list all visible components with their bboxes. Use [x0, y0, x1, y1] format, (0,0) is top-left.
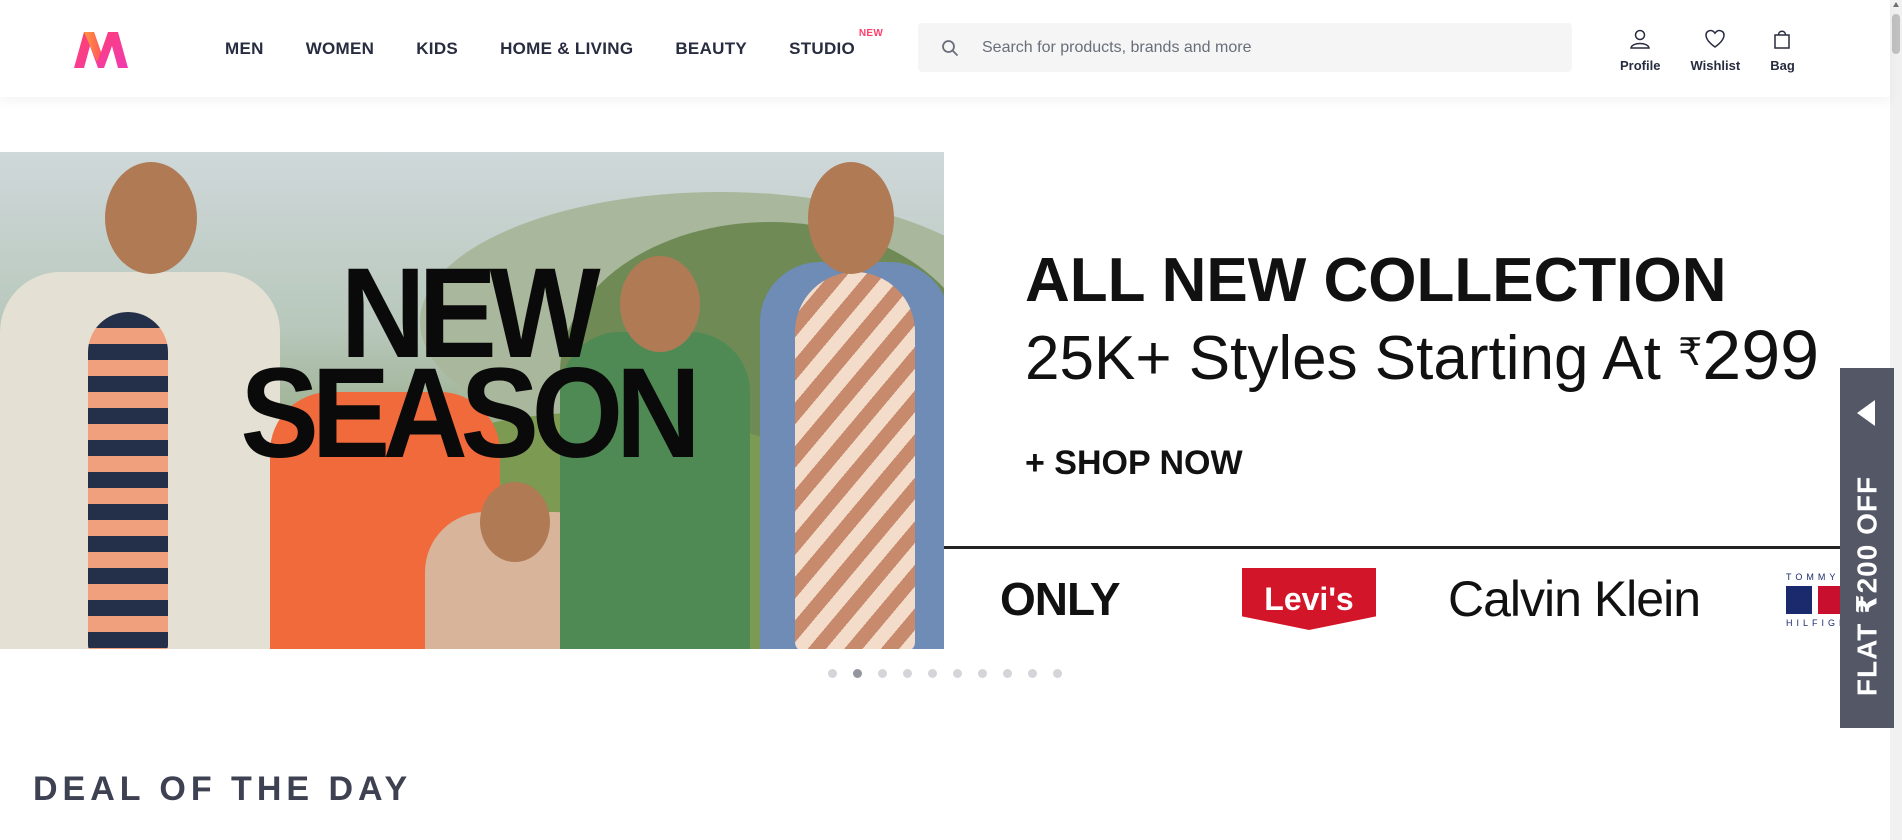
brand-levis-logo[interactable]: Levi's [1242, 549, 1376, 649]
brand-calvin-klein-logo[interactable]: Calvin Klein [1448, 549, 1701, 649]
nav-women[interactable]: WOMEN [306, 39, 375, 59]
person-head [105, 162, 197, 274]
brand-tommy-hilfiger-logo[interactable]: TOMMY HILFIGER [1786, 549, 1840, 649]
bag-icon [1771, 28, 1793, 55]
bag-label: Bag [1770, 58, 1795, 73]
bag-button[interactable]: Bag [1770, 28, 1795, 73]
shop-now-link[interactable]: + SHOP NOW [1025, 444, 1243, 483]
person-head [808, 162, 894, 274]
scrollbar-thumb[interactable] [1892, 14, 1900, 54]
search-input[interactable] [980, 37, 1544, 58]
carousel-dot[interactable] [928, 669, 937, 678]
carousel-dot[interactable] [1028, 669, 1037, 678]
hero-banner[interactable]: NEW SEASON ALL NEW COLLECTION 25K+ Style… [0, 152, 1840, 649]
top-header: MEN WOMEN KIDS HOME & LIVING BEAUTY STUD… [0, 0, 1890, 97]
levis-badge: Levi's [1242, 568, 1376, 630]
main-nav: MEN WOMEN KIDS HOME & LIVING BEAUTY STUD… [225, 0, 897, 97]
carousel-dot[interactable] [978, 669, 987, 678]
nav-beauty[interactable]: BEAUTY [675, 39, 747, 59]
carousel-dot-active[interactable] [853, 669, 862, 678]
search-bar[interactable] [918, 23, 1572, 72]
nav-studio[interactable]: STUDIO NEW [789, 28, 883, 59]
new-badge: NEW [858, 27, 884, 39]
scroll-up-icon[interactable] [1893, 2, 1899, 7]
carousel-dot[interactable] [828, 669, 837, 678]
heart-icon [1704, 28, 1726, 55]
nav-men[interactable]: MEN [225, 39, 264, 59]
brand-strip: ONLY Levi's Calvin Klein TOMMY HILFIGER [944, 549, 1840, 649]
banner-copy: ALL NEW COLLECTION 25K+ Styles Starting … [944, 152, 1840, 649]
profile-icon [1629, 28, 1651, 55]
header-actions: Profile Wishlist Bag [1620, 28, 1825, 73]
carousel-dot[interactable] [1053, 669, 1062, 678]
myntra-logo[interactable] [70, 28, 132, 72]
profile-label: Profile [1620, 58, 1661, 73]
carousel-dot[interactable] [1003, 669, 1012, 678]
person-head [480, 482, 550, 562]
headline-line-2: 25K+ Styles Starting At ₹299 [1025, 316, 1820, 394]
profile-button[interactable]: Profile [1620, 28, 1660, 73]
wishlist-label: Wishlist [1690, 58, 1741, 73]
carousel-dot[interactable] [878, 669, 887, 678]
price-value: 299 [1702, 316, 1820, 394]
banner-headline: ALL NEW COLLECTION 25K+ Styles Starting … [1025, 244, 1819, 396]
rupee-symbol: ₹ [1678, 332, 1703, 374]
deal-of-the-day-title: DEAL OF THE DAY [33, 770, 413, 808]
wishlist-button[interactable]: Wishlist [1690, 28, 1740, 73]
new-season-text: NEW SEASON [240, 242, 701, 485]
carousel-dot[interactable] [953, 669, 962, 678]
tommy-flag-icon: TOMMY HILFIGER [1786, 566, 1840, 632]
caret-left-icon [1857, 400, 1875, 426]
nav-kids[interactable]: KIDS [416, 39, 458, 59]
carousel-dots [828, 669, 1078, 678]
flat-offer-tab[interactable]: FLAT ₹200 OFF [1840, 368, 1894, 728]
brand-only-logo[interactable]: ONLY [1000, 549, 1121, 649]
myntra-logo-icon [74, 32, 128, 68]
nav-home-living[interactable]: HOME & LIVING [500, 39, 633, 59]
search-icon[interactable] [926, 39, 974, 57]
banner-photo: NEW SEASON [0, 152, 944, 649]
carousel-dot[interactable] [903, 669, 912, 678]
offer-tab-label: FLAT ₹200 OFF [1851, 475, 1883, 697]
headline-line-1: ALL NEW COLLECTION [1025, 246, 1727, 315]
